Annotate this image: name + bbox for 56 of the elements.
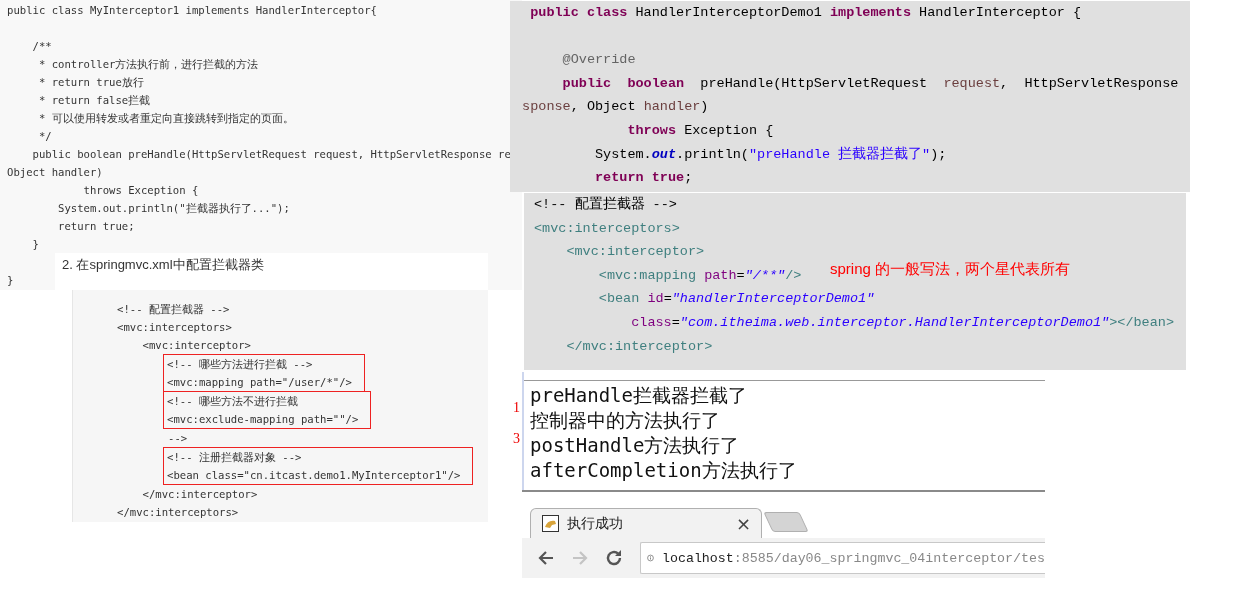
code-line: </mvc:interceptor> (141, 487, 258, 502)
code-line: public class MyInterceptor1 implements HandlerInterceptor{ (7, 3, 377, 18)
code-line: <!-- 注册拦截器对象 --> (167, 450, 302, 465)
code-line: <!-- 配置拦截器 --> (534, 195, 677, 214)
code-line: * return false拦截 (37, 93, 151, 108)
url-text: localhost:8585/day06_springmvc_04interceptor/tes (661, 550, 1045, 566)
code-line: System.out.println("拦截器执行了..."); (57, 201, 290, 216)
code-line: public boolean preHandle(HttpServletRequest request, HttpServletResponse (561, 74, 1179, 93)
code-line: throws Exception { (82, 183, 199, 198)
console-line: preHandle拦截器拦截了 (530, 384, 747, 406)
code-line: /** (31, 39, 52, 54)
code-line: public class HandlerInterceptorDemo1 implements HandlerInterceptor { (529, 4, 1082, 22)
console-line: 控制器中的方法执行了 (530, 409, 720, 431)
section-heading: 2. 在springmvc.xml中配置拦截器类 (62, 256, 264, 274)
address-field[interactable]: localhost:8585/day06_springmvc_04interceptor/tes (640, 542, 1045, 574)
code-line: * return true放行 (37, 75, 144, 90)
code-line: <mvc:mapping path="/user/*"/> (167, 375, 352, 390)
tab-title: 执行成功 (567, 514, 623, 533)
code-line: return true; (594, 169, 693, 188)
code-line: <bean class="cn.itcast.demo1.MyInterceptor1"/> (167, 468, 461, 483)
code-line: <mvc:interceptors> (534, 219, 680, 238)
code-line: throws Exception { (626, 121, 774, 140)
code-line: * controller方法执行前，进行拦截的方法 (37, 57, 259, 72)
new-tab-button[interactable] (763, 512, 809, 532)
code-line: <mvc:mapping path="/**"/> (597, 266, 802, 285)
code-line: public boolean preHandle(HttpServletRequest request, HttpServletResponse re (31, 147, 511, 162)
console-line: afterCompletion方法执行了 (530, 459, 797, 481)
console-line: postHandle方法执行了 (530, 434, 740, 456)
code-line: sponse, Object handler) (521, 98, 709, 117)
code-line: */ (37, 129, 52, 144)
code-line: <!-- 哪些方法进行拦截 --> (167, 357, 313, 372)
code-line: <mvc:interceptor> (565, 243, 705, 262)
code-line: <!-- 哪些方法不进行拦截 (167, 394, 298, 409)
code-line: Object handler) (7, 165, 103, 180)
close-tab-button[interactable]: × (735, 514, 751, 533)
code-line: System.out.println("preHandle 拦截器拦截了"); (594, 145, 947, 164)
code-line: <!-- 配置拦截器 --> (117, 302, 230, 317)
code-line: </mvc:interceptors> (117, 505, 239, 520)
code-line: </mvc:interceptor> (565, 337, 713, 356)
code-line: class="com.itheima.web.interceptor.HandlerInterceptorDemo1"></bean> (630, 313, 1175, 332)
step-number: 1 (513, 401, 520, 415)
code-line: --> (167, 431, 188, 446)
code-line: @Override (561, 51, 636, 70)
step-number: 3 (513, 432, 520, 446)
favicon-icon (542, 515, 559, 532)
browser-tab[interactable]: 执行成功 × (530, 508, 762, 538)
code-line: <bean id="handlerInterceptorDemo1" (597, 290, 875, 309)
annotation-note: spring 的一般写法，两个星代表所有 (830, 259, 1071, 279)
code-line: <mvc:interceptors> (117, 320, 232, 335)
code-line: } (31, 237, 39, 252)
code-line: return true; (57, 219, 135, 234)
code-line: <mvc:exclude-mapping path=""/> (167, 412, 359, 427)
code-line: } (7, 273, 14, 288)
code-line: <mvc:interceptor> (141, 338, 251, 353)
reload-button[interactable] (604, 548, 624, 568)
code-line: * 可以使用转发或者重定向直接跳转到指定的页面。 (37, 111, 294, 126)
